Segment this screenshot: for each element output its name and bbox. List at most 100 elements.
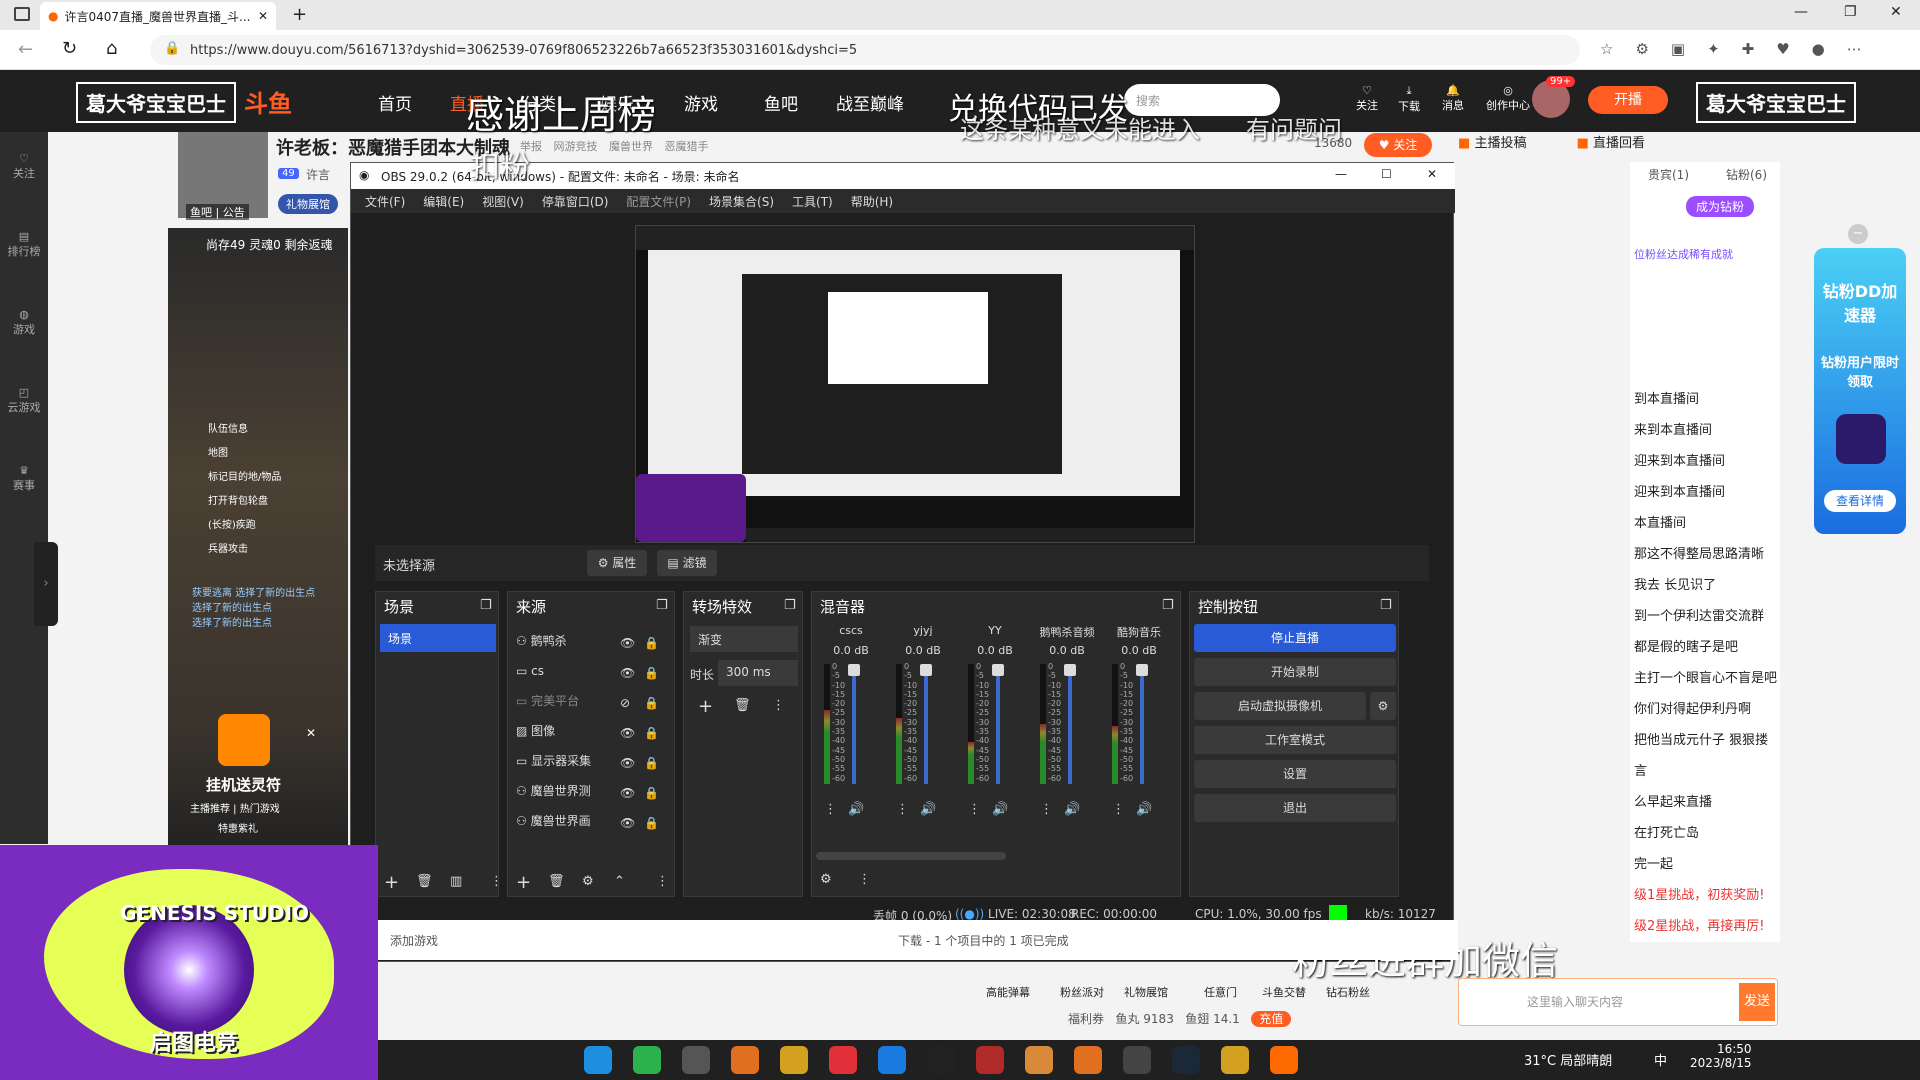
virtual-camera-button[interactable]: 启动虚拟摄像机 <box>1194 692 1366 720</box>
duration-input[interactable]: 300 ms <box>718 660 798 686</box>
speaker-icon[interactable]: 🔊 <box>1136 802 1152 817</box>
app-icon[interactable] <box>976 1046 1004 1074</box>
volume-slider-handle[interactable] <box>1064 664 1076 676</box>
tab-replay[interactable]: ■ 直播回看 <box>1577 136 1645 151</box>
start-recording-button[interactable]: 开始录制 <box>1194 658 1396 686</box>
gift-item[interactable]: 高能弹幕 <box>986 984 1030 1000</box>
menu-file[interactable]: 文件(F) <box>365 193 405 210</box>
gift-item[interactable]: 斗鱼交替 <box>1262 984 1306 1000</box>
add-source-icon[interactable]: + <box>516 872 531 893</box>
menu-help[interactable]: 帮助(H) <box>851 193 893 210</box>
home-icon[interactable]: ⌂ <box>106 38 117 59</box>
browser-tab[interactable]: ● 许言0407直播_魔兽世界直播_斗... ✕ <box>40 2 276 30</box>
obs-close-icon[interactable]: ✕ <box>1427 167 1437 181</box>
close-tab-icon[interactable]: ✕ <box>258 9 268 23</box>
app-icon[interactable] <box>1221 1046 1249 1074</box>
scenes-undock-icon[interactable]: ❐ <box>480 598 492 613</box>
fan-tip[interactable]: 位粉丝达成稀有成就 <box>1634 246 1733 262</box>
mixer-more-icon[interactable]: ⋮ <box>858 872 871 887</box>
vip-tab[interactable]: 贵宾(1) <box>1648 166 1689 183</box>
ad-banner[interactable]: 钻粉DD加速器 钻粉用户限时领取 查看详情 <box>1814 248 1906 534</box>
volume-slider[interactable] <box>996 664 1000 784</box>
app-icon[interactable] <box>878 1046 906 1074</box>
source-item[interactable]: ▭ cs <box>516 656 591 686</box>
qq-icon[interactable] <box>927 1046 955 1074</box>
scene-filter-icon[interactable]: ▥ <box>450 874 462 889</box>
welfare-link[interactable]: 福利券 <box>1068 1012 1104 1026</box>
source-item[interactable]: ▭ 完美平台 <box>516 686 591 716</box>
source-lock-column[interactable]: 🔒 🔒 🔒 🔒 🔒 🔒 🔒 <box>644 628 659 838</box>
source-item[interactable]: ⚇ 魔兽世界测 <box>516 776 591 806</box>
transition-more-icon[interactable]: ⋮ <box>772 698 785 713</box>
clock[interactable]: 16:50 2023/8/15 <box>1690 1042 1752 1070</box>
scene-more-icon[interactable]: ⋮ <box>490 874 503 889</box>
gift-item[interactable]: 礼物展馆 <box>1124 984 1168 1000</box>
menu-profile[interactable]: 配置文件(P) <box>626 193 691 210</box>
volume-slider[interactable] <box>924 664 928 784</box>
volume-slider[interactable] <box>1140 664 1144 784</box>
obs-maximize-icon[interactable]: ☐ <box>1381 167 1392 181</box>
speaker-icon[interactable]: 🔊 <box>920 802 936 817</box>
app-icon[interactable] <box>1123 1046 1151 1074</box>
source-item[interactable]: ▭ 显示器采集 <box>516 746 591 776</box>
app-icon[interactable] <box>731 1046 759 1074</box>
start-live-button[interactable]: 开播 <box>1588 86 1668 114</box>
restore-icon[interactable]: ❐ <box>1844 4 1857 20</box>
gift-item[interactable]: 粉丝派对 <box>1060 984 1104 1000</box>
sidebar-item-cloud-games[interactable]: ◰ 云游戏 <box>0 386 48 415</box>
menu-docks[interactable]: 停靠窗口(D) <box>542 193 609 210</box>
channel-more-icon[interactable]: ⋮ <box>968 802 981 817</box>
reload-icon[interactable]: ↻ <box>62 38 77 59</box>
browser-toolbar-icons[interactable]: ☆⚙▣✦✚♥●⋯ <box>1600 40 1884 58</box>
remove-transition-icon[interactable]: 🗑 <box>734 698 751 713</box>
properties-button[interactable]: ⚙ 属性 <box>587 550 647 576</box>
obs-minimize-icon[interactable]: — <box>1335 167 1347 181</box>
volume-slider-handle[interactable] <box>848 664 860 676</box>
follow-nav-icon[interactable]: ♡ 关注 <box>1354 84 1380 113</box>
streamer-name[interactable]: 许言 <box>306 166 330 183</box>
mixer-undock-icon[interactable]: ❐ <box>1162 598 1174 613</box>
weather[interactable]: 31°C 局部晴朗 <box>1524 1050 1612 1069</box>
steam-icon[interactable] <box>1172 1046 1200 1074</box>
transitions-undock-icon[interactable]: ❐ <box>784 598 796 613</box>
menu-edit[interactable]: 编辑(E) <box>423 193 464 210</box>
lang-indicator[interactable]: 中 <box>1654 1050 1667 1069</box>
source-settings-icon[interactable]: ⚙ <box>582 874 594 889</box>
source-item[interactable]: ▨ 图像 <box>516 716 591 746</box>
tab-actions-icon[interactable] <box>14 7 30 21</box>
gift-pavilion-button[interactable]: 礼物展馆 <box>278 194 338 214</box>
gift-item[interactable]: 任意门 <box>1204 984 1237 1000</box>
stop-streaming-button[interactable]: 停止直播 <box>1194 624 1396 652</box>
app-icon[interactable] <box>780 1046 808 1074</box>
add-game-button[interactable]: 添加游戏 <box>390 932 438 949</box>
channel-more-icon[interactable]: ⋮ <box>1112 802 1125 817</box>
address-bar[interactable]: 🔒 https://www.douyu.com/5616713?dyshid=3… <box>150 35 1580 65</box>
brand-right[interactable]: 葛大爷宝宝巴士 <box>1696 82 1856 123</box>
remove-source-icon[interactable]: 🗑 <box>548 874 565 889</box>
edge-icon[interactable] <box>584 1046 612 1074</box>
studio-mode-button[interactable]: 工作室模式 <box>1194 726 1396 754</box>
diamond-fans-tab[interactable]: 钻粉(6) <box>1726 166 1767 183</box>
promo-tabs[interactable]: 主播推荐 | 热门游戏 <box>190 800 280 815</box>
tab-submissions[interactable]: ■ 主播投稿 <box>1458 136 1526 151</box>
app-icon[interactable] <box>1270 1046 1298 1074</box>
sidebar-collapse-handle[interactable]: › <box>34 542 58 626</box>
settings-button[interactable]: 设置 <box>1194 760 1396 788</box>
netease-music-icon[interactable] <box>829 1046 857 1074</box>
wechat-icon[interactable] <box>633 1046 661 1074</box>
mixer-settings-icon[interactable]: ⚙ <box>820 872 832 887</box>
source-more-icon[interactable]: ⋮ <box>656 874 669 889</box>
channel-more-icon[interactable]: ⋮ <box>824 802 837 817</box>
source-up-icon[interactable]: ⌃ <box>614 874 625 889</box>
speaker-icon[interactable]: 🔊 <box>1064 802 1080 817</box>
sources-undock-icon[interactable]: ❐ <box>656 598 668 613</box>
message-nav-icon[interactable]: 🔔 消息 <box>1440 84 1466 113</box>
become-fan-button[interactable]: 成为钻粉 <box>1686 196 1755 217</box>
source-item[interactable]: ⚇ 鹅鸭杀 <box>516 626 591 656</box>
promo-sub[interactable]: 特惠紫礼 <box>218 820 258 835</box>
promo-icon[interactable] <box>218 714 270 766</box>
speaker-icon[interactable]: 🔊 <box>992 802 1008 817</box>
channel-more-icon[interactable]: ⋮ <box>1040 802 1053 817</box>
sidebar-item-ranking[interactable]: ▤ 排行榜 <box>0 230 48 259</box>
send-button[interactable]: 发送 <box>1739 983 1775 1021</box>
